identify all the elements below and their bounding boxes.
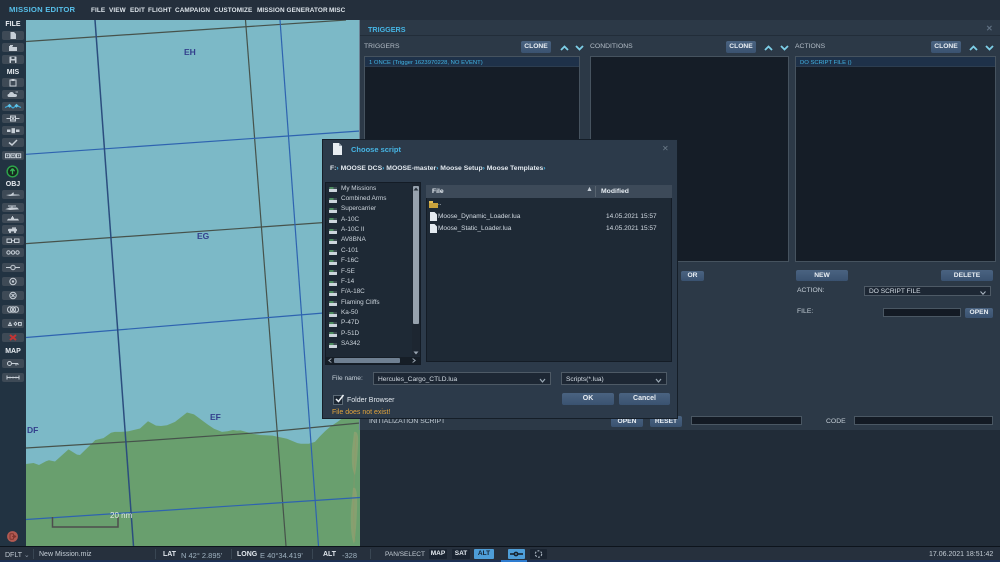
- svg-text:20 nm: 20 nm: [110, 511, 133, 520]
- svg-text:EF: EF: [210, 412, 221, 422]
- svg-text:EG: EG: [197, 231, 210, 241]
- svg-text:EH: EH: [184, 47, 196, 57]
- svg-text:DF: DF: [27, 425, 38, 435]
